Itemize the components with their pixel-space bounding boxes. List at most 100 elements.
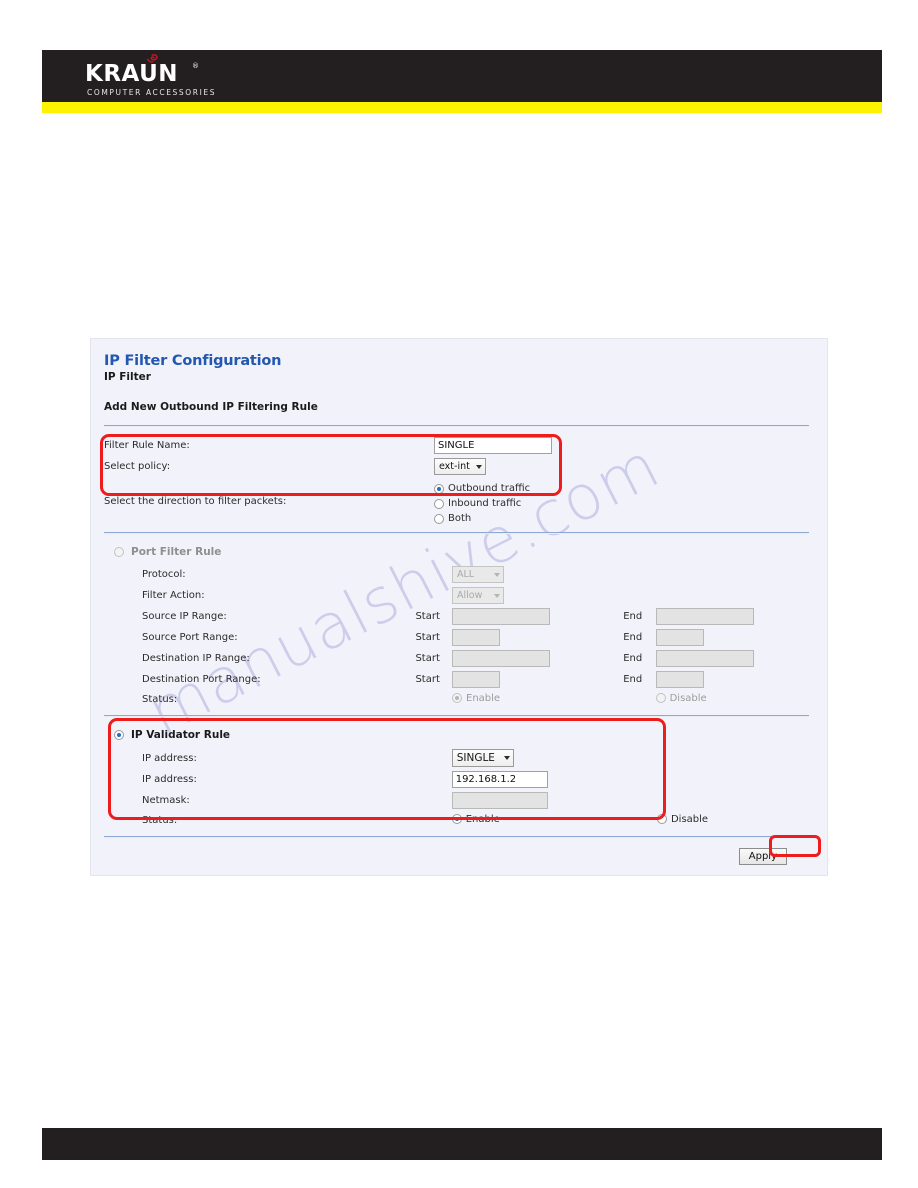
netmask-label: Netmask: bbox=[142, 795, 190, 806]
ip-validator-rule-label: IP Validator Rule bbox=[131, 729, 231, 741]
source-ip-start-input[interactable] bbox=[452, 608, 550, 625]
port-filter-status-gap bbox=[623, 690, 655, 709]
ip-validator-status-spacer bbox=[417, 811, 452, 830]
ip-validator-status-row: Status: Enable Disable bbox=[104, 811, 809, 830]
source-port-range-label: Source Port Range: bbox=[142, 632, 238, 643]
source-port-start-cell bbox=[452, 627, 623, 648]
direction-option-outbound[interactable]: Outbound traffic bbox=[434, 483, 809, 494]
radio-outbound-traffic[interactable] bbox=[434, 483, 444, 494]
divider-bottom bbox=[104, 836, 809, 838]
protocol-dropdown[interactable]: ALL bbox=[452, 566, 504, 583]
ip-type-dropdown[interactable]: SINGLE bbox=[451, 749, 514, 767]
chevron-down-icon bbox=[503, 756, 510, 760]
direction-options: Outbound traffic Inbound traffic Both bbox=[434, 477, 809, 526]
protocol-row: Protocol: ALL bbox=[104, 564, 809, 585]
radio-ip-status-enable[interactable] bbox=[451, 814, 462, 825]
radio-port-filter-rule[interactable] bbox=[114, 547, 124, 557]
source-ip-end-input[interactable] bbox=[655, 608, 754, 625]
port-filter-status-disable[interactable]: Disable bbox=[655, 692, 707, 704]
destination-ip-end-input[interactable] bbox=[655, 650, 754, 667]
source-port-end-input[interactable] bbox=[655, 629, 704, 646]
footer-bar bbox=[42, 1128, 882, 1160]
filter-action-end-spacer bbox=[623, 585, 655, 606]
direction-option-inbound-label: Inbound traffic bbox=[448, 498, 522, 509]
destination-port-range-row: Destination Port Range: Start End bbox=[104, 669, 809, 690]
radio-inbound-traffic[interactable] bbox=[434, 498, 444, 509]
destination-port-start-input[interactable] bbox=[452, 671, 500, 688]
filter-action-cell: Allow bbox=[452, 585, 623, 606]
netmask-input[interactable] bbox=[451, 792, 548, 809]
radio-port-status-disable[interactable] bbox=[655, 693, 666, 704]
destination-ip-range-label: Destination IP Range: bbox=[142, 653, 250, 664]
panel-content: IP Filter Configuration IP Filter Add Ne… bbox=[91, 339, 827, 865]
radio-ip-validator-rule[interactable] bbox=[114, 730, 124, 740]
ip-address-end-cell bbox=[657, 769, 809, 790]
direction-row: Select the direction to filter packets: … bbox=[104, 477, 809, 526]
port-filter-status-label: Status: bbox=[142, 694, 178, 705]
destination-ip-start-input[interactable] bbox=[452, 650, 550, 667]
ip-type-cell: SINGLE bbox=[451, 747, 626, 769]
source-port-end-label: End bbox=[623, 632, 643, 643]
port-filter-status-disable-label: Disable bbox=[669, 692, 707, 704]
direction-option-both-label: Both bbox=[448, 513, 472, 524]
port-filter-status-row: Status: Enable Disable bbox=[104, 690, 809, 709]
filter-action-label: Filter Action: bbox=[142, 590, 205, 601]
source-port-start-input[interactable] bbox=[452, 629, 500, 646]
ip-address-label: IP address: bbox=[142, 774, 197, 785]
apply-button[interactable]: Apply bbox=[738, 848, 787, 865]
filter-action-dropdown[interactable]: Allow bbox=[452, 587, 504, 604]
port-filter-rule-header[interactable]: Port Filter Rule bbox=[104, 546, 221, 558]
protocol-label: Protocol: bbox=[142, 569, 186, 580]
filter-action-row: Filter Action: Allow bbox=[104, 585, 809, 606]
port-filter-status-enable-label: Enable bbox=[466, 692, 501, 704]
netmask-spacer bbox=[417, 790, 452, 811]
ip-validator-rule-header[interactable]: IP Validator Rule bbox=[104, 729, 230, 741]
filter-action-value: Allow bbox=[457, 590, 483, 601]
divider-port-filter bbox=[104, 532, 809, 534]
ip-validator-status-label: Status: bbox=[142, 815, 178, 826]
ip-validator-status-enable-label: Enable bbox=[465, 813, 500, 825]
protocol-spacer bbox=[415, 564, 452, 585]
select-policy-dropdown[interactable]: ext-int bbox=[434, 458, 486, 475]
ip-address-gap bbox=[626, 769, 657, 790]
direction-option-both[interactable]: Both bbox=[434, 513, 809, 524]
divider-top bbox=[104, 425, 809, 427]
netmask-cell bbox=[451, 790, 626, 811]
ip-type-gap bbox=[626, 747, 657, 769]
ip-validator-status-disable-cell: Disable bbox=[656, 811, 809, 830]
radio-both-traffic[interactable] bbox=[434, 513, 444, 524]
protocol-end-spacer bbox=[623, 564, 655, 585]
chevron-down-icon bbox=[476, 464, 482, 469]
ip-filter-config-panel: manualshive.com IP Filter Configuration … bbox=[90, 338, 828, 876]
ip-validator-rule-table: IP address: SINGLE IP address: 192.168.1… bbox=[104, 747, 809, 830]
select-policy-cell: ext-int bbox=[434, 456, 809, 477]
filter-rule-name-input[interactable] bbox=[434, 437, 552, 454]
section-heading: Add New Outbound IP Filtering Rule bbox=[104, 401, 318, 413]
logo-wordmark: KRAUN bbox=[85, 61, 179, 87]
ip-validator-status-disable[interactable]: Disable bbox=[656, 814, 708, 825]
ip-address-input[interactable] bbox=[451, 771, 548, 788]
logo-tagline: COMPUTER ACCESSORIES bbox=[87, 88, 217, 97]
radio-ip-status-disable[interactable] bbox=[656, 814, 667, 825]
destination-port-end-cell bbox=[655, 669, 809, 690]
source-ip-end-label: End bbox=[623, 611, 643, 622]
source-ip-start-cell bbox=[452, 606, 623, 627]
port-filter-status-enable[interactable]: Enable bbox=[452, 693, 500, 704]
apply-row: Apply bbox=[104, 848, 809, 865]
ip-type-label: IP address: bbox=[142, 752, 197, 764]
page-subtitle: IP Filter bbox=[104, 371, 151, 383]
direction-option-inbound[interactable]: Inbound traffic bbox=[434, 498, 809, 509]
filter-rule-name-cell bbox=[434, 435, 809, 456]
chevron-down-icon bbox=[494, 572, 500, 577]
kraun-logo: KRAUN ® COMPUTER ACCESSORIES bbox=[42, 54, 232, 104]
netmask-gap bbox=[626, 790, 657, 811]
source-port-range-row: Source Port Range: Start End bbox=[104, 627, 809, 648]
ip-type-spacer bbox=[417, 747, 452, 769]
destination-port-end-label: End bbox=[623, 674, 643, 685]
radio-port-status-enable[interactable] bbox=[452, 693, 462, 704]
source-port-end-cell bbox=[655, 627, 809, 648]
protocol-end-cell bbox=[656, 564, 809, 585]
ip-validator-status-enable[interactable]: Enable bbox=[451, 813, 500, 825]
destination-port-end-input[interactable] bbox=[655, 671, 704, 688]
logo-registered-mark: ® bbox=[192, 62, 199, 70]
